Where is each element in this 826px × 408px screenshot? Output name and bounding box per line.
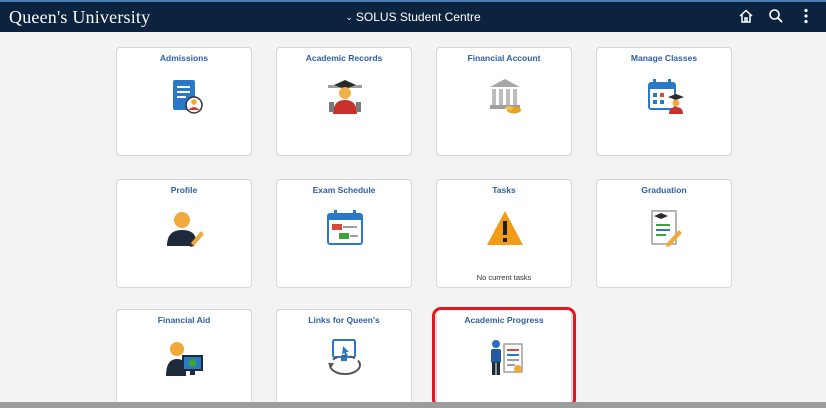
university-logo-text: Queen's University [9,7,151,27]
tasks-status-text: No current tasks [476,273,532,282]
tile-graduation[interactable]: Graduation [596,179,732,288]
more-icon[interactable] [796,6,816,26]
exam-schedule-icon [327,210,363,245]
tile-exam-schedule[interactable]: Exam Schedule [276,179,412,288]
admissions-icon [173,80,203,114]
tile-label: Financial Account [467,53,541,63]
tile-label: Academic Records [305,53,383,63]
graduation-icon [651,210,682,247]
tile-academic-records[interactable]: Academic Records [276,47,412,156]
tile-manage-classes[interactable]: Manage Classes [596,47,732,156]
tile-financial-account[interactable]: Financial Account [436,47,572,156]
tile-label: Graduation [641,185,687,195]
tile-label: Exam Schedule [312,185,376,195]
tile-label: Academic Progress [464,315,544,325]
warning-icon [487,211,523,245]
tile-academic-progress[interactable]: Academic Progress [436,309,572,408]
financial-aid-icon [166,342,203,376]
tile-label: Manage Classes [630,53,698,63]
top-navigation-bar: Queen's University ⌄ SOLUS Student Centr… [0,2,826,32]
tile-label: Admissions [159,53,209,63]
manage-classes-icon [648,79,684,114]
tile-label: Profile [170,185,198,195]
academic-records-icon [328,80,362,114]
tile-label: Links for Queen's [308,315,380,325]
tile-label: Tasks [492,185,516,195]
tile-profile[interactable]: Profile [116,179,252,288]
tile-links-for-queens[interactable]: Links for Queen's [276,309,412,408]
financial-account-icon [490,79,521,114]
header-actions [736,6,816,26]
chevron-down-icon[interactable]: ⌄ [345,12,353,23]
links-icon [328,339,361,375]
academic-progress-icon [491,340,523,375]
tile-admissions[interactable]: Admissions [116,47,252,156]
tile-financial-aid[interactable]: Financial Aid [116,309,252,408]
page-title[interactable]: SOLUS Student Centre [356,10,481,24]
tile-label: Financial Aid [157,315,211,325]
horizontal-scrollbar[interactable] [0,402,826,408]
tile-tasks[interactable]: Tasks No current tasks [436,179,572,288]
profile-icon [167,212,204,247]
search-icon[interactable] [766,6,786,26]
home-icon[interactable] [736,6,756,26]
